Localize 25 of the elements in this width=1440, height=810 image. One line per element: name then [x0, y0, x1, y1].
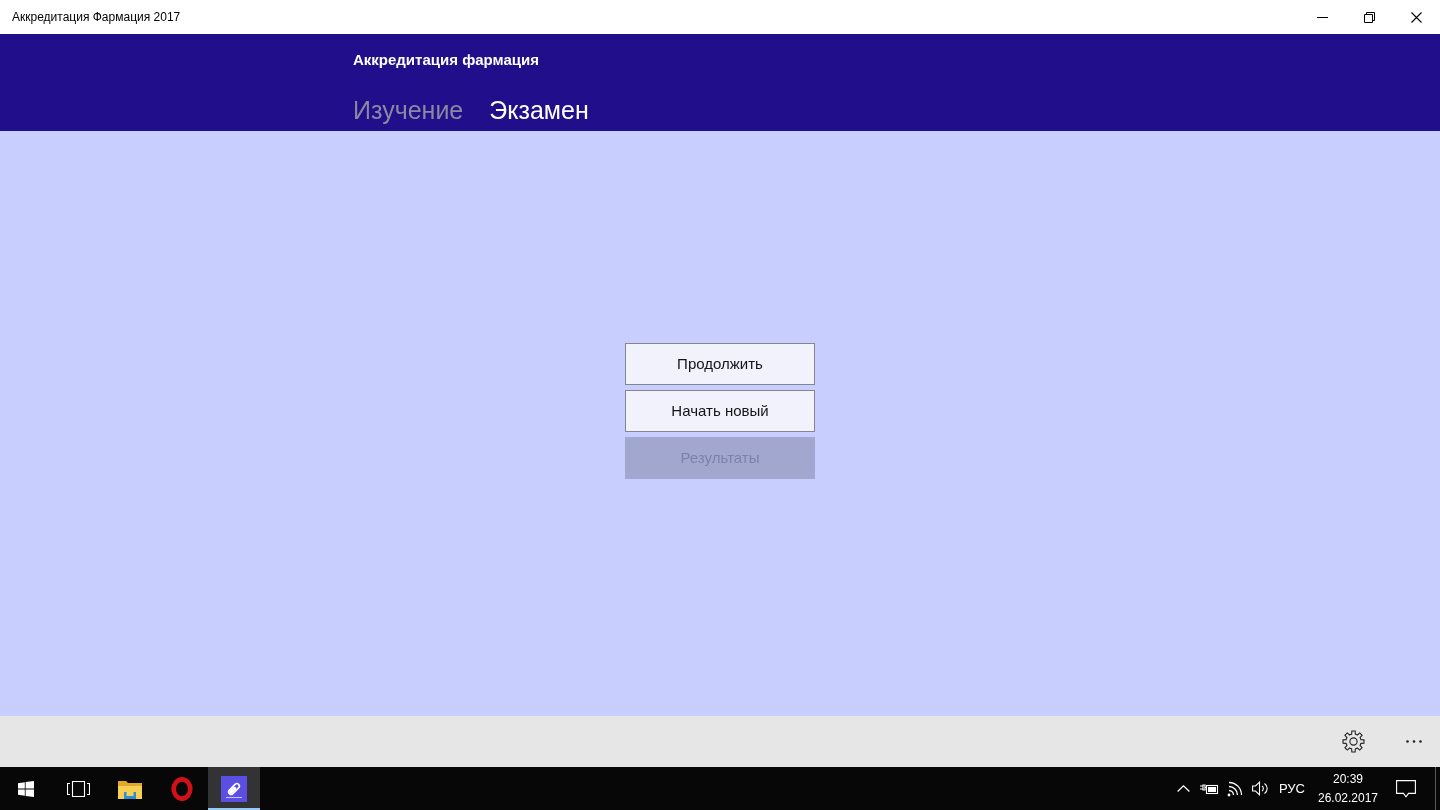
minimize-icon[interactable] [1317, 16, 1328, 18]
clock-time[interactable]: 20:39 [1317, 769, 1379, 789]
clock-date[interactable]: 26.02.2017 [1317, 788, 1379, 808]
task-view-icon[interactable] [66, 780, 90, 797]
settings-icon[interactable] [1341, 730, 1365, 753]
action-button[interactable]: Начать новый [625, 390, 815, 432]
tab[interactable]: Изучение [353, 95, 464, 125]
pill-icon [221, 775, 247, 802]
window-title: Аккредитация Фармация 2017 [11, 9, 181, 26]
folder-icon [118, 778, 142, 799]
taskbar-button[interactable] [208, 767, 260, 810]
language-indicator[interactable]: РУС [1278, 778, 1305, 799]
ring-icon [171, 776, 193, 801]
chevron-up-icon[interactable] [1176, 785, 1190, 792]
wifi-icon[interactable] [1227, 780, 1243, 797]
battery-icon[interactable] [1199, 782, 1219, 795]
tab[interactable]: Экзамен [489, 95, 589, 125]
app-title: Аккредитация фармация [353, 51, 540, 69]
volume-icon[interactable] [1251, 781, 1269, 796]
windows-logo-icon[interactable] [18, 780, 34, 797]
action-button[interactable]: Продолжить [625, 343, 815, 385]
more-icon[interactable] [1406, 740, 1422, 743]
restore-icon[interactable] [1364, 11, 1375, 23]
notification-icon[interactable] [1396, 779, 1416, 798]
close-icon[interactable] [1411, 11, 1422, 23]
